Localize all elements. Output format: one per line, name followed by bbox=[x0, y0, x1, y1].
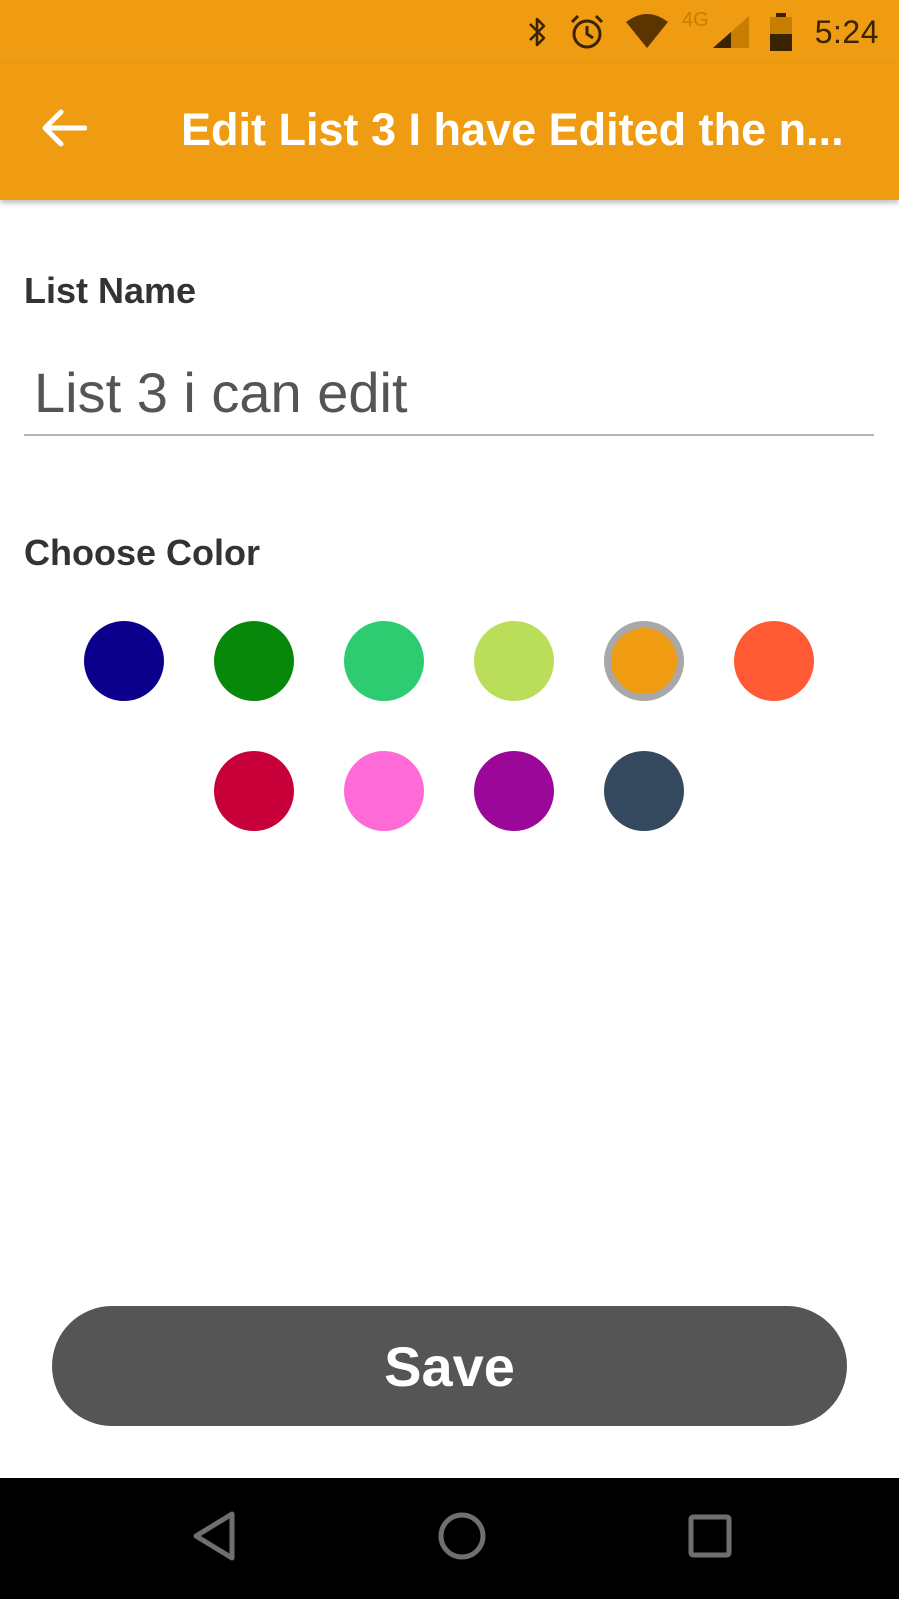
app-bar: Edit List 3 I have Edited the n... bbox=[0, 64, 899, 200]
page-title: Edit List 3 I have Edited the n... bbox=[181, 104, 844, 155]
arrow-left-icon bbox=[41, 108, 88, 153]
save-button[interactable]: Save bbox=[52, 1306, 847, 1426]
color-swatch-purple[interactable] bbox=[474, 751, 554, 831]
status-time: 5:24 bbox=[814, 13, 879, 50]
system-nav-bar bbox=[0, 1478, 899, 1599]
edit-list-screen: 4G 5:24 Edit List 3 I have Edited the n.… bbox=[0, 0, 899, 1599]
list-name-label: List Name bbox=[24, 270, 197, 311]
wifi-icon bbox=[624, 14, 670, 50]
color-swatch-lime[interactable] bbox=[474, 621, 554, 701]
battery-icon bbox=[769, 12, 793, 52]
nav-recents-button[interactable] bbox=[672, 1500, 748, 1576]
back-button[interactable] bbox=[36, 102, 92, 158]
color-swatch-red-orange[interactable] bbox=[734, 621, 814, 701]
network-type-label: 4G bbox=[682, 8, 709, 31]
signal-icon bbox=[711, 14, 751, 50]
nav-back-button[interactable] bbox=[176, 1500, 252, 1576]
choose-color-label: Choose Color bbox=[24, 532, 261, 573]
color-swatch-pink[interactable] bbox=[344, 751, 424, 831]
color-swatch-crimson[interactable] bbox=[214, 751, 294, 831]
list-name-input[interactable] bbox=[24, 350, 874, 436]
status-bar: 4G 5:24 bbox=[0, 0, 899, 64]
back-triangle-icon bbox=[190, 1510, 238, 1567]
home-circle-icon bbox=[436, 1510, 488, 1567]
alarm-icon bbox=[568, 13, 606, 51]
nav-home-button[interactable] bbox=[424, 1500, 500, 1576]
color-swatch-green[interactable] bbox=[214, 621, 294, 701]
recents-square-icon bbox=[687, 1513, 733, 1564]
color-swatch-slate[interactable] bbox=[604, 751, 684, 831]
bluetooth-icon bbox=[526, 15, 550, 49]
color-swatch-orange[interactable] bbox=[604, 621, 684, 701]
color-swatch-navy[interactable] bbox=[84, 621, 164, 701]
color-swatch-emerald[interactable] bbox=[344, 621, 424, 701]
